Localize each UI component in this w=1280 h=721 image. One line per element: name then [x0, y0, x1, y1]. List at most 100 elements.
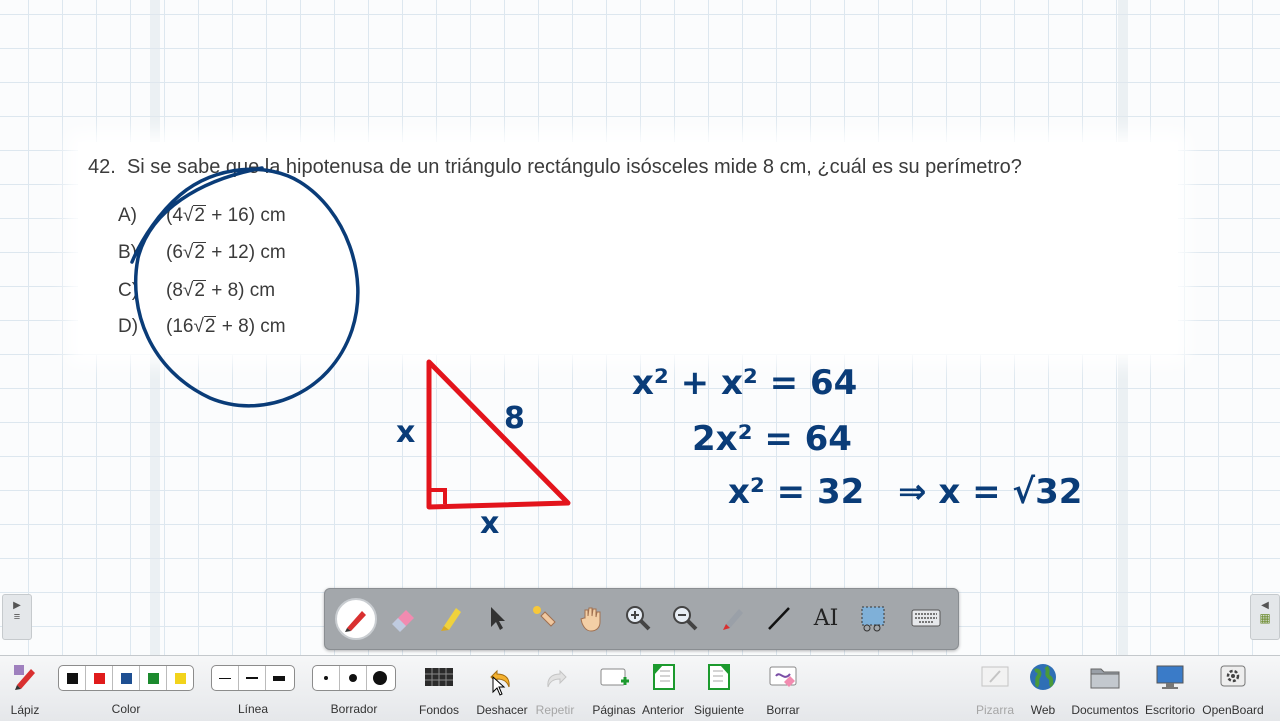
ink-eq2: 2x² = 64 — [692, 419, 852, 459]
lapiz-label: Lápiz — [10, 703, 40, 717]
desktop-icon — [1156, 665, 1184, 689]
capture-tool[interactable] — [852, 597, 894, 639]
line-width-thick[interactable] — [266, 666, 292, 690]
floating-toolbar: AI — [324, 588, 959, 650]
color-swatch-red[interactable] — [86, 666, 113, 690]
board-icon — [981, 666, 1009, 687]
add-page-icon — [600, 668, 629, 686]
color-swatch-black[interactable] — [59, 666, 86, 690]
deshacer-label: Deshacer — [476, 703, 528, 717]
pointer-icon — [491, 607, 505, 630]
text-icon: AI — [813, 605, 839, 631]
ink-eq1: x² + x² = 64 — [632, 363, 857, 403]
pen-tool[interactable] — [335, 598, 377, 640]
text-tool[interactable]: AI — [805, 597, 847, 639]
virtual-keyboard-tool[interactable] — [905, 597, 947, 639]
ink-label-hypotenuse: 8 — [504, 401, 525, 436]
pen-color-icon — [14, 665, 35, 690]
keyboard-icon — [911, 609, 941, 627]
ink-triangle — [426, 359, 571, 510]
line-width-group: Línea — [211, 662, 295, 718]
color-label: Color — [111, 702, 141, 716]
openboard-label: OpenBoard — [1202, 703, 1264, 717]
ink-right-angle — [431, 488, 447, 504]
anterior-button[interactable]: Anterior — [641, 662, 685, 718]
eraser-tool[interactable] — [382, 597, 424, 639]
capture-icon — [861, 606, 885, 632]
lapiz-button[interactable]: Lápiz — [6, 662, 44, 718]
escritorio-button[interactable]: Escritorio — [1145, 662, 1195, 718]
documentos-button[interactable]: Documentos — [1070, 662, 1140, 718]
ink-answer-circle — [130, 166, 360, 408]
highlighter-icon — [441, 608, 461, 631]
zoom-in-icon — [626, 606, 651, 631]
paginas-label: Páginas — [592, 703, 636, 717]
eraser-size-small[interactable] — [313, 666, 340, 690]
escritorio-label: Escritorio — [1145, 703, 1196, 717]
hand-icon — [580, 607, 601, 632]
select-tool[interactable] — [476, 597, 518, 639]
repetir-button[interactable]: Repetir — [532, 662, 578, 718]
zoom-out-tool[interactable] — [664, 597, 706, 639]
anterior-label: Anterior — [641, 703, 685, 717]
globe-icon — [1030, 664, 1056, 690]
borrar-button[interactable]: Borrar — [763, 662, 803, 718]
line-tool[interactable] — [758, 597, 800, 639]
line-width-thin[interactable] — [212, 666, 239, 690]
line-icon — [768, 607, 790, 630]
ink-layer: x x 8 x² + x² = 64 2x² = 64 x² = 32 ⇒ x … — [130, 166, 1082, 541]
color-swatch-blue[interactable] — [113, 666, 140, 690]
paginas-button[interactable]: Páginas — [592, 662, 636, 718]
previous-page-icon — [653, 664, 675, 690]
bottom-toolbar: Lápiz Color Línea Borrador Fondos Deshac… — [0, 655, 1280, 721]
color-swatch-yellow[interactable] — [167, 666, 193, 690]
repetir-label: Repetir — [535, 703, 575, 717]
ink-eq3: x² = 32 — [728, 472, 864, 512]
mouse-cursor-icon — [492, 676, 506, 696]
web-button[interactable]: Web — [1024, 662, 1062, 718]
linea-label: Línea — [237, 702, 269, 716]
pen-icon — [345, 611, 366, 632]
laser-tool[interactable] — [711, 597, 753, 639]
zoom-out-icon — [673, 606, 698, 631]
ink-label-x-bottom: x — [480, 506, 499, 541]
ink-label-x-left: x — [396, 415, 415, 450]
interact-tool[interactable] — [523, 597, 565, 639]
library-icon: ▦ — [1259, 611, 1271, 625]
eraser-icon — [392, 610, 414, 632]
right-panel-toggle[interactable]: ◀ ▦ — [1250, 594, 1280, 640]
background-grid-icon — [425, 668, 453, 686]
borrador-label: Borrador — [330, 702, 378, 716]
color-group: Color — [56, 662, 196, 718]
fondos-label: Fondos — [418, 703, 460, 717]
siguiente-button[interactable]: Siguiente — [692, 662, 746, 718]
left-panel-toggle[interactable]: ▶ ≡ — [2, 594, 32, 640]
folder-icon — [1090, 668, 1120, 689]
settings-gear-icon — [1220, 665, 1246, 687]
openboard-button[interactable]: OpenBoard — [1202, 662, 1264, 718]
fondos-button[interactable]: Fondos — [416, 662, 462, 718]
laser-hand-icon — [533, 606, 556, 627]
zoom-in-tool[interactable] — [617, 597, 659, 639]
pages-icon: ≡ — [13, 611, 21, 623]
back-icon: ◀ — [1261, 600, 1269, 611]
documentos-label: Documentos — [1071, 703, 1139, 717]
redo-icon — [547, 669, 567, 688]
web-label: Web — [1030, 703, 1056, 717]
eraser-size-large[interactable] — [367, 666, 393, 690]
pizarra-label: Pizarra — [975, 703, 1014, 717]
pizarra-button[interactable]: Pizarra — [975, 662, 1015, 718]
ink-eq4: ⇒ x = √32 — [898, 472, 1082, 512]
clear-page-icon — [769, 666, 797, 687]
color-swatch-green[interactable] — [140, 666, 167, 690]
play-icon: ▶ — [13, 600, 21, 611]
eraser-size-medium[interactable] — [340, 666, 367, 690]
marker-icon — [723, 609, 743, 630]
eraser-size-group: Borrador — [312, 662, 396, 718]
hand-tool[interactable] — [570, 597, 612, 639]
borrar-label: Borrar — [766, 703, 800, 717]
highlighter-tool[interactable] — [429, 597, 471, 639]
next-page-icon — [708, 664, 730, 690]
line-width-medium[interactable] — [239, 666, 266, 690]
siguiente-label: Siguiente — [693, 703, 745, 717]
